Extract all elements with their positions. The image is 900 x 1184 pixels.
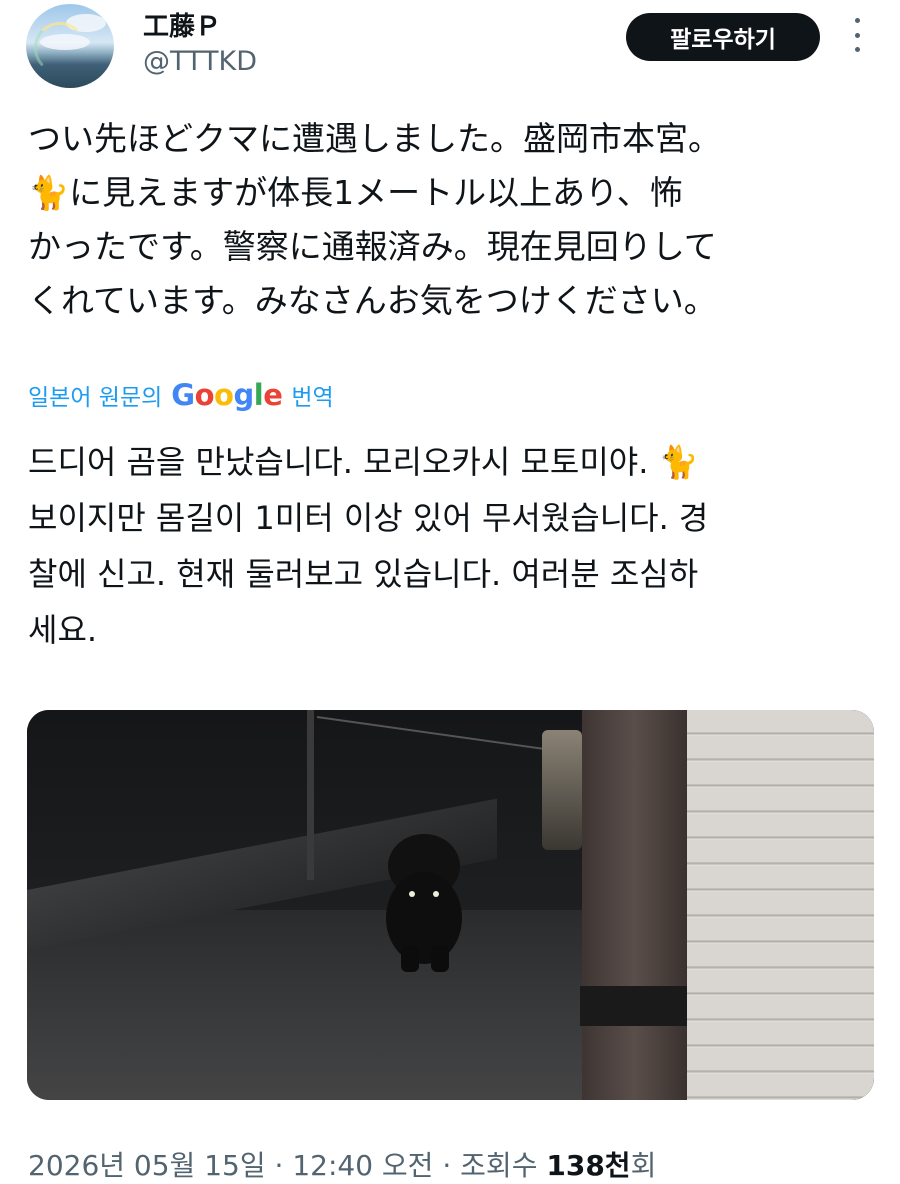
- translate-suffix: 번역: [291, 385, 334, 411]
- views-count: 138천: [546, 1149, 631, 1182]
- separator: ·: [442, 1149, 452, 1182]
- tweet-date[interactable]: 2026년 05월 15일: [28, 1149, 266, 1182]
- more-options-icon[interactable]: [848, 18, 866, 52]
- views-label: 조회수: [460, 1149, 538, 1182]
- tweet-time[interactable]: 12:40 오전: [292, 1149, 433, 1182]
- avatar[interactable]: [26, 4, 114, 88]
- bear-figure: [386, 834, 462, 972]
- translation-attribution[interactable]: 일본어 원문의 Google 번역: [28, 378, 334, 412]
- tweet-header: 工藤Ｐ @TTTKD 팔로우하기: [0, 0, 900, 100]
- follow-button[interactable]: 팔로우하기: [626, 13, 820, 61]
- translate-prefix: 일본어 원문의: [28, 385, 163, 411]
- views-unit: 회: [630, 1149, 657, 1182]
- google-logo: Google: [171, 378, 283, 412]
- user-handle[interactable]: @TTTKD: [143, 46, 257, 77]
- tweet-text: つい先ほどクマに遭遇しました。盛岡市本宮。 🐈に見えますが体長1メートル以上あり…: [28, 119, 721, 320]
- display-name[interactable]: 工藤Ｐ: [143, 6, 221, 43]
- translated-text: 드디어 곰을 만났습니다. 모리오카시 모토미야. 🐈 보이지만 몸길이 1미터…: [28, 443, 709, 649]
- tweet-metadata: 2026년 05월 15일 · 12:40 오전 · 조회수 138천회: [28, 1144, 656, 1184]
- separator: ·: [274, 1149, 284, 1182]
- tweet-photo[interactable]: [27, 710, 874, 1100]
